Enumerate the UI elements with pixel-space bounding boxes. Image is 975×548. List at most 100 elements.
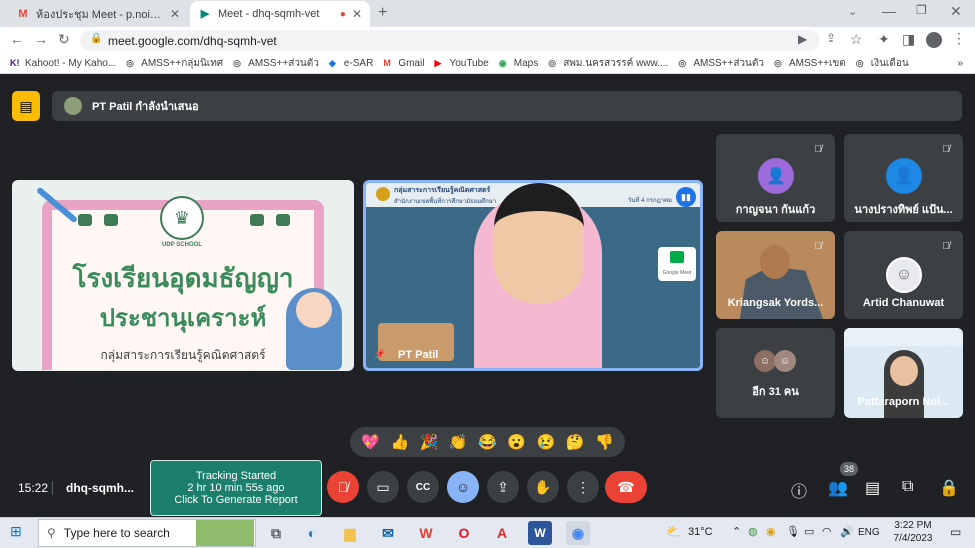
windows-start-icon[interactable]: ⊞: [10, 523, 22, 540]
tab-gmail-meet[interactable]: M ห้องประชุม Meet - p.noigor@gmail ✕: [8, 1, 188, 27]
bookmark-item[interactable]: ◎ AMSS++เขต: [774, 56, 846, 71]
notifications-icon[interactable]: ▭: [950, 525, 961, 539]
close-tab-icon[interactable]: ✕: [352, 7, 362, 21]
volume-icon[interactable]: 🔊: [840, 525, 854, 538]
reaction-emoji[interactable]: 👍: [390, 433, 409, 451]
participant-tile[interactable]: 🎙̸ Kriangsak Yords...: [716, 231, 835, 319]
bookmark-item[interactable]: ◆ e-SAR: [329, 58, 373, 69]
more-options-button[interactable]: ⋮: [567, 471, 599, 503]
leave-call-button[interactable]: ☎: [605, 471, 647, 503]
profile-avatar[interactable]: [926, 32, 942, 48]
file-explorer-icon[interactable]: ▆: [338, 521, 362, 545]
reload-icon[interactable]: ↻: [58, 31, 70, 48]
opera-icon[interactable]: O: [452, 521, 476, 545]
presenter-avatar: [64, 97, 82, 115]
meeting-code: dhq-sqmh...: [66, 481, 134, 495]
new-tab-button[interactable]: +: [378, 4, 387, 22]
bookmark-item[interactable]: ◎ เงินเดือน: [856, 56, 909, 71]
reaction-emoji[interactable]: 💖: [361, 433, 380, 451]
camera-permission-icon[interactable]: ▶: [798, 32, 807, 46]
bookmark-star-icon[interactable]: ☆: [850, 31, 863, 48]
battery-icon[interactable]: ▭: [804, 525, 814, 538]
present-button[interactable]: ⇪: [487, 471, 519, 503]
word-icon[interactable]: W: [528, 521, 552, 545]
reaction-emoji[interactable]: 😂: [478, 433, 497, 451]
pin-icon[interactable]: 📌: [374, 349, 385, 360]
reaction-emoji[interactable]: 👎: [595, 433, 614, 451]
side-panel-icon[interactable]: ◨: [902, 31, 915, 48]
participant-tile[interactable]: 🎙̸ 👤 กาญจนา กันแก้ว: [716, 134, 835, 222]
weather-temp[interactable]: 31°C: [688, 526, 713, 538]
slide-decoration: [250, 214, 264, 226]
wps-icon[interactable]: W: [414, 521, 438, 545]
acrobat-icon[interactable]: A: [490, 521, 514, 545]
restore-button[interactable]: ❐: [916, 3, 927, 17]
close-tab-icon[interactable]: ✕: [170, 7, 180, 21]
bookmark-item[interactable]: ◉ Maps: [499, 58, 538, 69]
forward-icon[interactable]: →: [34, 31, 48, 47]
host-controls-button[interactable]: 🔒: [939, 478, 959, 498]
others-tile[interactable]: ☺ ☺ อีก 31 คน: [716, 328, 835, 418]
microphone-tray-icon[interactable]: 🎙: [786, 525, 800, 538]
mail-icon[interactable]: ✉: [376, 521, 400, 545]
mic-muted-icon: 🎙̸: [814, 241, 822, 252]
url-text: meet.google.com/dhq-sqmh-vet: [108, 33, 277, 48]
people-button[interactable]: 👥: [828, 478, 848, 498]
back-icon[interactable]: ←: [10, 31, 24, 47]
bookmark-item[interactable]: ◎ AMSS++กลุ่มนิเทศ: [126, 56, 223, 71]
tracking-report-button[interactable]: Tracking Started 2 hr 10 min 55s ago Cli…: [150, 460, 322, 516]
menu-icon[interactable]: ⋮: [952, 30, 966, 47]
bookmark-item[interactable]: ◎ สพม.นครสวรรค์ www....: [548, 56, 668, 71]
speaker-tile[interactable]: กลุ่มสาระการเรียนรู้คณิตศาสตร์ สำนักงานเ…: [363, 180, 703, 371]
tray-app-icon[interactable]: ◉: [766, 525, 776, 538]
participant-tile[interactable]: 🎙̸ Pattaraporn Noi...: [844, 328, 963, 418]
mic-toggle-button[interactable]: 🎙̸: [327, 471, 359, 503]
meeting-info-button[interactable]: ⓘ: [791, 478, 807, 502]
info-icon: ⓘ: [791, 484, 808, 501]
bookmark-item[interactable]: ◎ AMSS++ส่วนตัว: [678, 56, 764, 71]
language-indicator[interactable]: ENG: [858, 527, 880, 538]
task-view-icon[interactable]: ⧉: [264, 521, 288, 545]
reaction-emoji[interactable]: 🤔: [566, 433, 585, 451]
activities-button[interactable]: ⧉: [902, 478, 913, 496]
reaction-emoji[interactable]: 😢: [537, 433, 556, 451]
captions-button[interactable]: CC: [407, 471, 439, 503]
extensions-icon[interactable]: ✦: [878, 31, 890, 48]
reaction-emoji[interactable]: 😮: [507, 433, 526, 451]
presentation-icon[interactable]: ▤: [12, 91, 40, 121]
reaction-emoji[interactable]: 👏: [449, 433, 468, 451]
address-bar[interactable]: 🔒 meet.google.com/dhq-sqmh-vet: [80, 30, 820, 51]
system-clock[interactable]: 3:22 PM 7/4/2023: [888, 519, 938, 545]
edge-icon[interactable]: ◐: [300, 521, 324, 545]
bookmark-item[interactable]: ◎ AMSS++ส่วนตัว: [233, 56, 319, 71]
bookmark-item[interactable]: K! Kahoot! - My Kaho...: [10, 58, 116, 69]
speaker-name: PT Patil: [398, 349, 439, 361]
participant-name: Artid Chanuwat: [862, 297, 945, 309]
bookmarks-overflow-button[interactable]: »: [957, 58, 963, 69]
camera-toggle-button[interactable]: ▭: [367, 471, 399, 503]
tray-app-icon[interactable]: ◍: [748, 525, 758, 538]
close-window-button[interactable]: ✕: [950, 3, 962, 20]
minimize-button[interactable]: —: [882, 3, 896, 19]
bookmark-favicon-icon: ◎: [678, 57, 687, 68]
wifi-icon[interactable]: ◠: [822, 525, 832, 538]
chrome-icon[interactable]: ◉: [566, 521, 590, 545]
reaction-emoji[interactable]: 🎉: [420, 433, 439, 451]
participant-tile[interactable]: 🎙̸ ☺ Artid Chanuwat: [844, 231, 963, 319]
bookmark-item[interactable]: M Gmail: [383, 58, 424, 69]
reactions-button[interactable]: ☺: [447, 471, 479, 503]
bookmark-favicon-icon: ◎: [774, 57, 782, 68]
tab-search-icon[interactable]: ⌄: [848, 5, 857, 18]
participant-name: กาญจนา กันแก้ว: [735, 204, 816, 216]
tab-meet[interactable]: ▶ Meet - dhq-sqmh-vet ● ✕: [190, 1, 370, 27]
share-icon[interactable]: ⇪: [826, 31, 836, 45]
participant-avatar: 👤: [758, 158, 794, 194]
chat-button[interactable]: ▤: [865, 478, 880, 498]
bookmark-item[interactable]: ▶ YouTube: [434, 58, 488, 69]
participant-tile[interactable]: 🎙̸ 👤 นางปรางทิพย์ แป้น...: [844, 134, 963, 222]
presenting-banner: PT Patil กำลังนำเสนอ: [52, 91, 962, 121]
slide-title-line2: ประชานุเคราะห์: [99, 304, 267, 332]
presentation-tile[interactable]: ♛ UDP SCHOOL โรงเรียนอุดมธัญญา ประชานุเค…: [12, 180, 354, 371]
tray-chevron-icon[interactable]: ⌃: [732, 525, 741, 538]
raise-hand-button[interactable]: ✋: [527, 471, 559, 503]
